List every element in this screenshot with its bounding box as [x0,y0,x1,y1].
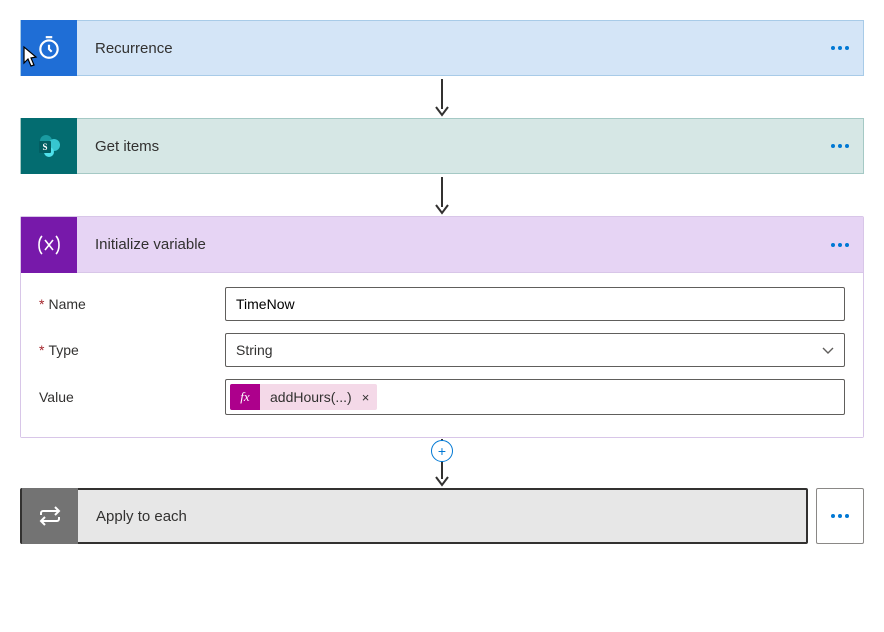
add-step-button[interactable]: + [431,440,453,462]
step-title: Initialize variable [77,236,817,253]
step-title: Apply to each [78,508,806,525]
step-header[interactable]: Apply to each [20,488,808,544]
type-label: *Type [39,342,209,358]
step-header[interactable]: Initialize variable [21,217,863,273]
flow-arrow [432,174,452,216]
expression-token[interactable]: fx addHours(...) × [230,384,377,410]
clock-icon [21,20,77,76]
recurrence-step[interactable]: Recurrence [20,20,864,76]
token-label: addHours(...) [260,389,360,405]
more-menu[interactable] [816,488,864,544]
remove-token-button[interactable]: × [360,390,378,405]
loop-icon [22,488,78,544]
flow-arrow-with-add: + [432,438,452,488]
name-input[interactable] [225,287,845,321]
chevron-down-icon [822,342,834,358]
more-menu[interactable] [817,20,863,76]
step-title: Recurrence [77,40,817,57]
flow-arrow [432,76,452,118]
step-body: *Name *Type String Value [21,273,863,437]
variable-icon [21,217,77,273]
apply-to-each-step: Apply to each [20,488,864,544]
step-title: Get items [77,138,817,155]
type-select[interactable]: String [225,333,845,367]
initialize-variable-step: Initialize variable *Name *Type String [20,216,864,438]
more-menu[interactable] [817,118,863,174]
name-label: *Name [39,296,209,312]
value-input[interactable]: fx addHours(...) × [225,379,845,415]
more-menu[interactable] [817,217,863,273]
fx-icon: fx [230,384,260,410]
get-items-step[interactable]: S Get items [20,118,864,174]
svg-text:S: S [42,142,47,152]
sharepoint-icon: S [21,118,77,174]
value-label: Value [39,389,209,405]
